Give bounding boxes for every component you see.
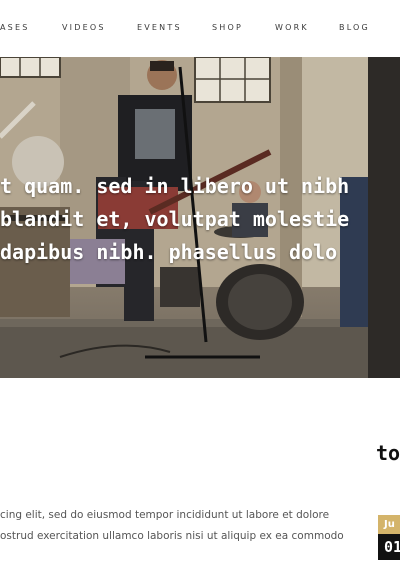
nav-item-releases[interactable]: ASES: [0, 23, 29, 32]
top-navigation: ASES VIDEOS EVENTS SHOP WORK BLOG: [0, 0, 400, 57]
event-date-day: 01: [378, 534, 400, 560]
nav-item-work[interactable]: WORK: [275, 23, 309, 32]
event-date-month: Ju: [378, 515, 400, 534]
hero-text-line-2: blandit et, volutpat molestie: [0, 207, 350, 231]
body-text-line-1: cing elit, sed do eiusmod tempor incidid…: [0, 509, 330, 521]
hero-text-line-1: t quam. sed in libero ut nibh: [0, 174, 350, 198]
nav-item-shop[interactable]: SHOP: [212, 23, 243, 32]
nav-item-events[interactable]: EVENTS: [137, 23, 182, 32]
hero-banner: t quam. sed in libero ut nibh blandit et…: [0, 57, 400, 378]
nav-item-videos[interactable]: VIDEOS: [62, 23, 106, 32]
nav-item-blog[interactable]: BLOG: [339, 23, 370, 32]
hero-text-line-3: dapibus nibh. phasellus dolo: [0, 240, 338, 264]
section-title: to: [376, 441, 400, 465]
body-text-line-2: ostrud exercitation ullamco laboris nisi…: [0, 530, 344, 542]
